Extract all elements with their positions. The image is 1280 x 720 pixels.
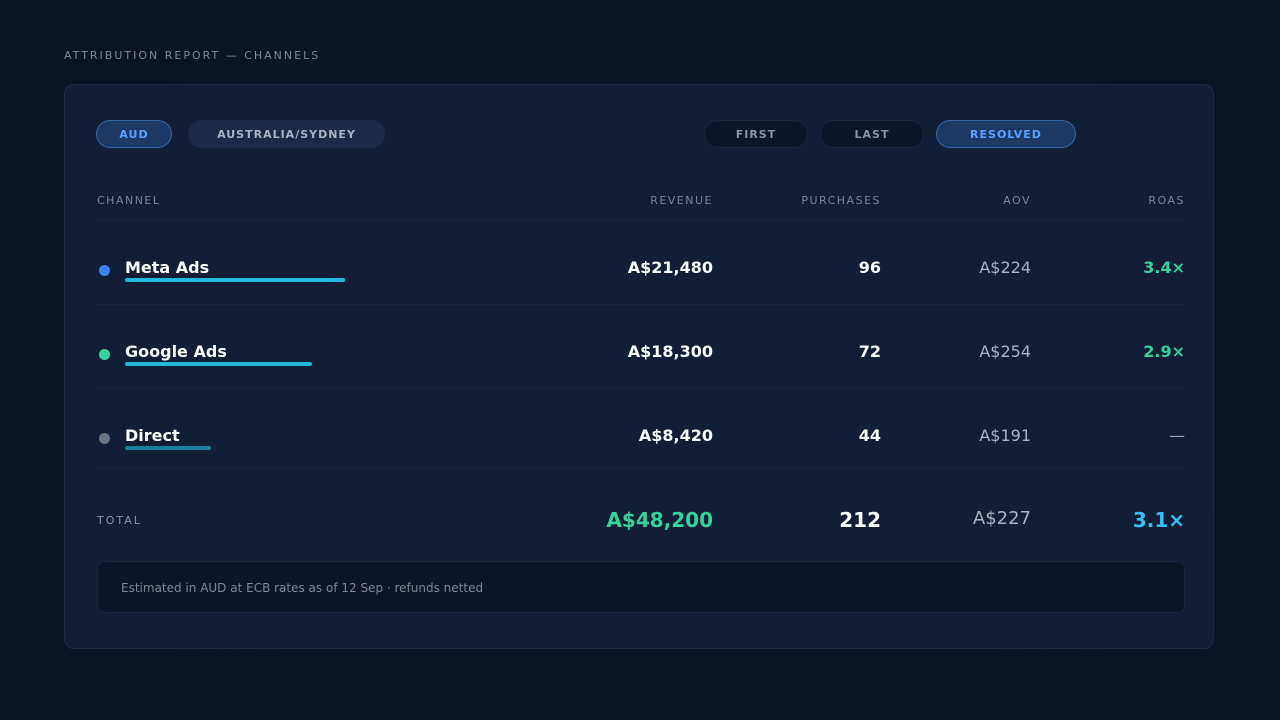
timezone-filter-button[interactable]: AUSTRALIA/SYDNEY [188, 120, 385, 148]
mode-last-button[interactable]: LAST [820, 120, 924, 148]
column-header-roas: ROAS [1148, 194, 1185, 207]
roas-value: 2.9× [1143, 342, 1185, 361]
mode-first-button[interactable]: FIRST [704, 120, 808, 148]
revenue-share-bar [125, 446, 211, 450]
page-title: ATTRIBUTION REPORT — CHANNELS [64, 49, 321, 62]
footnote: Estimated in AUD at ECB rates as of 12 S… [97, 561, 1185, 613]
revenue-share-bar [125, 278, 345, 282]
divider [97, 468, 1185, 469]
report-card: AUD AUSTRALIA/SYDNEY FIRST LAST RESOLVED… [64, 84, 1214, 649]
channel-name: Google Ads [125, 342, 227, 361]
channel-name: Meta Ads [125, 258, 210, 277]
channel-name: Direct [125, 426, 180, 445]
divider [97, 220, 1185, 221]
mode-resolved-button[interactable]: RESOLVED [936, 120, 1076, 148]
divider [97, 304, 1185, 305]
channel-color-dot [99, 265, 110, 276]
roas-value: — [1169, 426, 1185, 445]
total-roas: 3.1× [1132, 508, 1185, 532]
total-label: TOTAL [97, 514, 142, 527]
channel-color-dot [99, 433, 110, 444]
currency-filter-button[interactable]: AUD [96, 120, 172, 148]
revenue-share-bar [125, 362, 312, 366]
table-row[interactable]: Direct A$8,420 44 A$191 — [65, 401, 1213, 485]
column-header-channel: CHANNEL [97, 194, 161, 207]
roas-value: 3.4× [1143, 258, 1185, 277]
divider [97, 388, 1185, 389]
channel-color-dot [99, 349, 110, 360]
